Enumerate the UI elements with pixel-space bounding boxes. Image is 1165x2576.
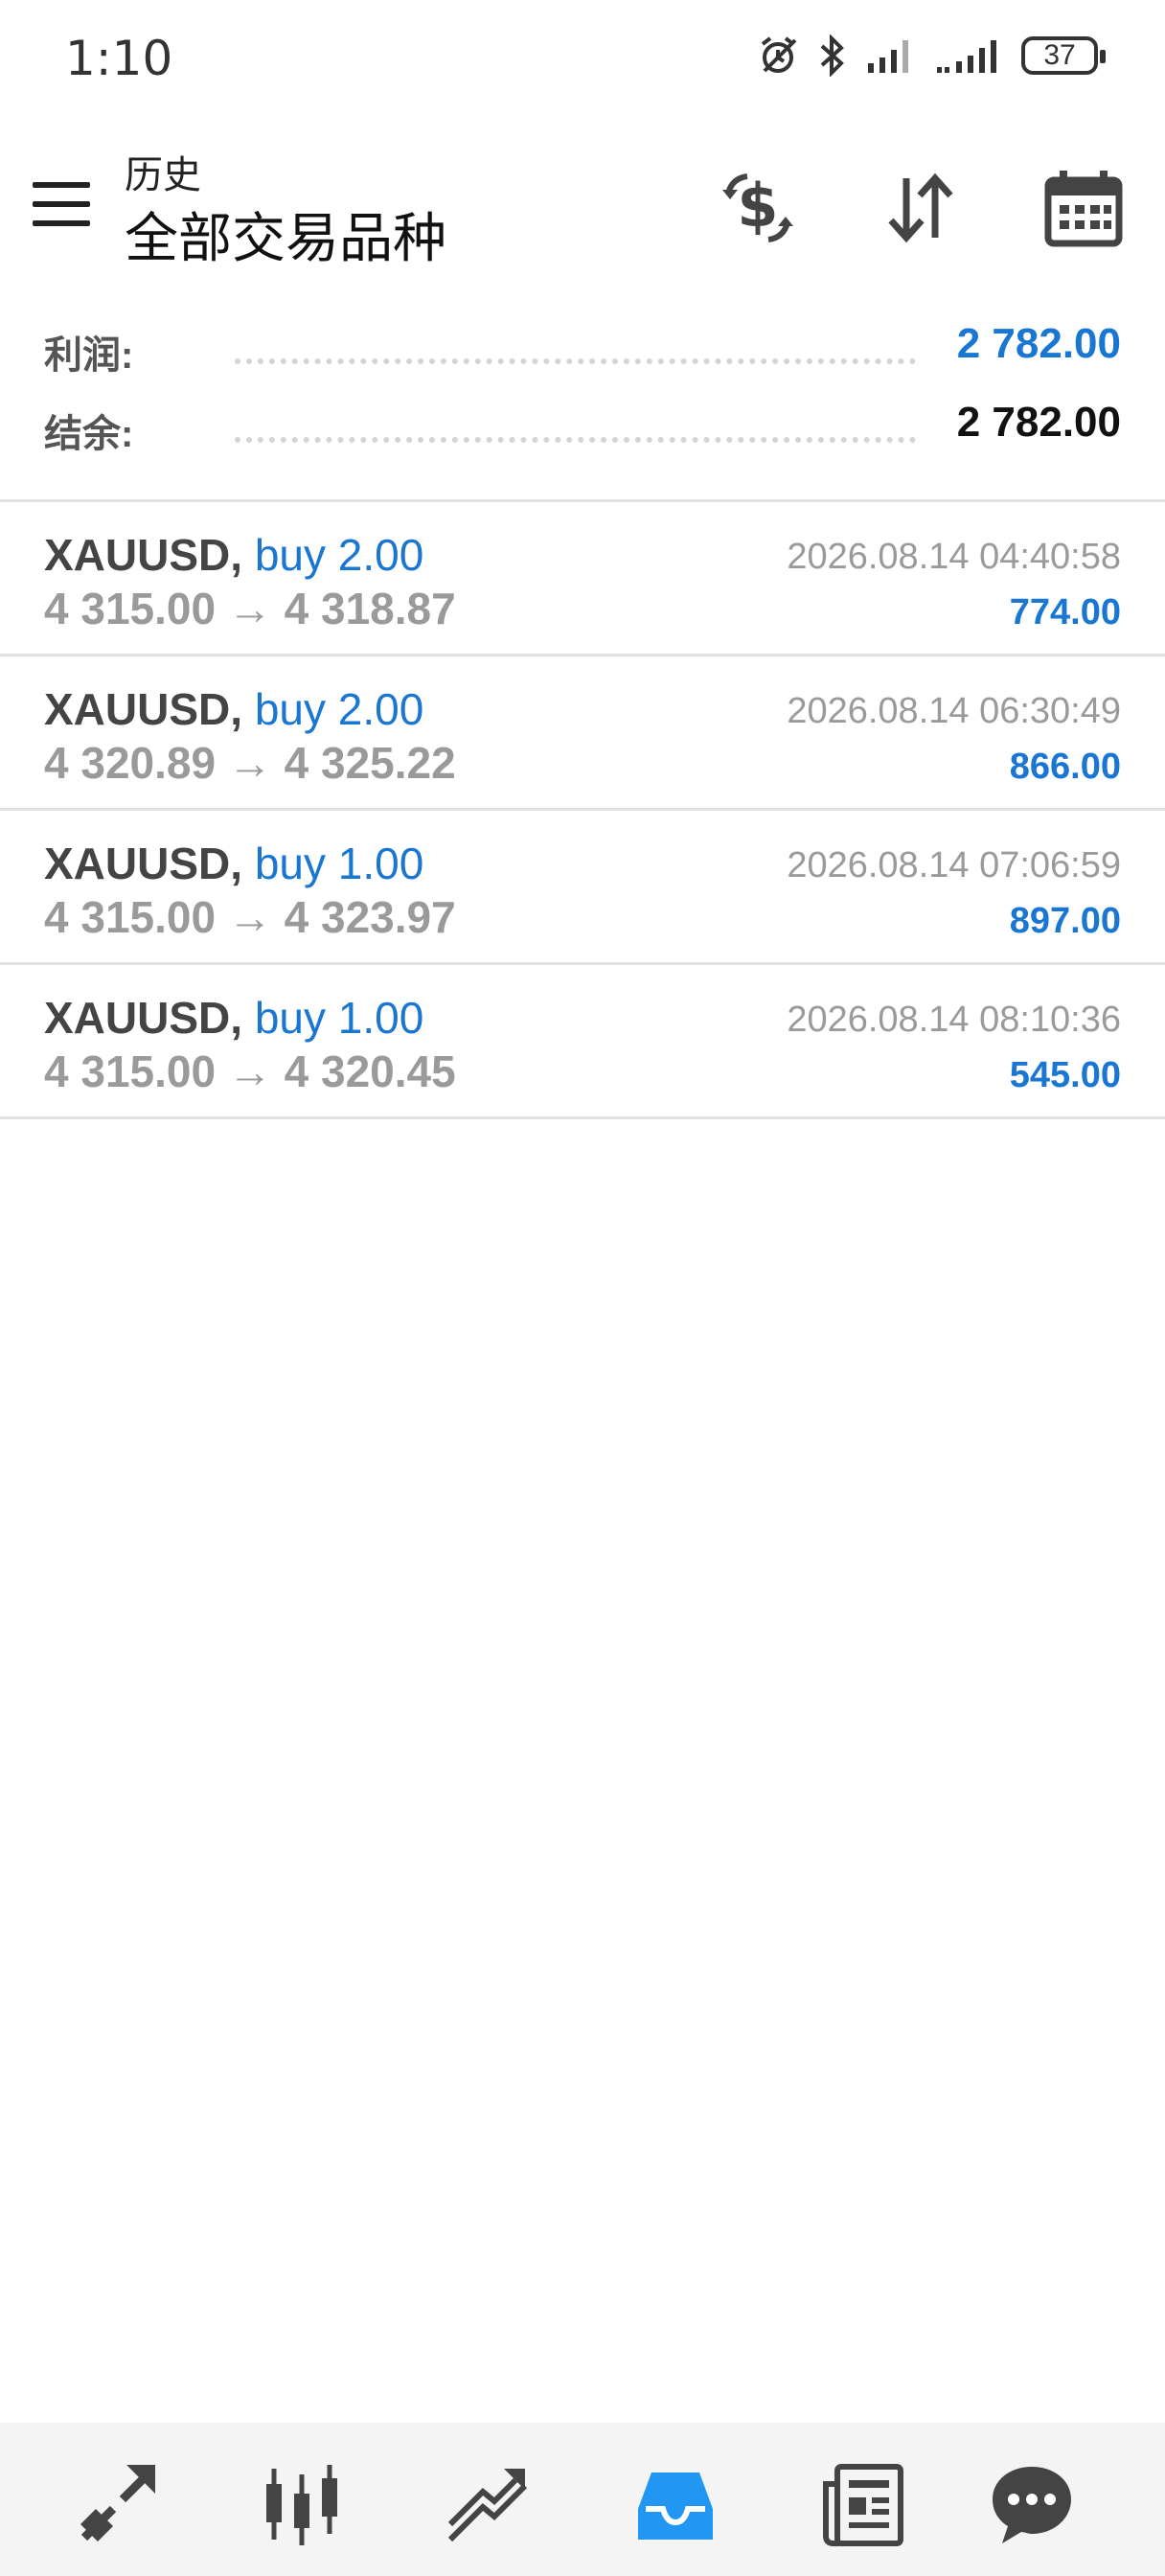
trade-profit: 545.00: [1009, 1055, 1121, 1095]
balance-label: 结余:: [44, 413, 134, 455]
alarm-icon: [761, 36, 797, 73]
trade-profit: 866.00: [1009, 747, 1121, 787]
trade-side: buy 1.00: [254, 839, 424, 888]
calendar-icon[interactable]: [1040, 165, 1127, 251]
trade-symbol: XAUUSD,: [44, 993, 243, 1043]
trade-symbol-line: XAUUSD, buy 2.00: [44, 683, 423, 735]
news-icon[interactable]: [820, 2461, 906, 2547]
signal-icon-2: [937, 40, 996, 73]
trade-prices: 4 320.89 → 4 325.22: [44, 738, 456, 788]
trade-symbol-line: XAUUSD, buy 1.00: [44, 838, 423, 889]
trade-prices: 4 315.00 → 4 323.97: [44, 892, 456, 942]
trade-symbol: XAUUSD,: [44, 839, 243, 888]
bottom-nav: [0, 2423, 1165, 2576]
trade-symbol: XAUUSD,: [44, 684, 243, 734]
trade-datetime: 2026.08.14 04:40:58: [787, 537, 1121, 577]
trade-row[interactable]: XAUUSD, buy 2.00 4 315.00 → 4 318.87 202…: [0, 499, 1165, 656]
summary-balance-row: 结余: 2 782.00: [0, 395, 1165, 473]
status-bar: 1:10 37: [0, 0, 1165, 115]
menu-icon[interactable]: [33, 182, 90, 228]
dotted-leader: [235, 358, 916, 364]
sort-icon[interactable]: [878, 165, 964, 251]
signal-icon: [868, 40, 908, 73]
trade-symbol: XAUUSD,: [44, 530, 243, 580]
trade-list: XAUUSD, buy 2.00 4 315.00 → 4 318.87 202…: [0, 499, 1165, 1119]
history-icon[interactable]: [632, 2461, 719, 2547]
trade-row[interactable]: XAUUSD, buy 2.00 4 320.89 → 4 325.22 202…: [0, 656, 1165, 811]
chat-icon[interactable]: [989, 2461, 1075, 2547]
trade-datetime: 2026.08.14 07:06:59: [787, 845, 1121, 886]
app-bar: 历史 全部交易品种 $: [0, 134, 1165, 288]
trade-prices: 4 315.00 → 4 318.87: [44, 584, 456, 633]
trade-datetime: 2026.08.14 08:10:36: [787, 1000, 1121, 1040]
bluetooth-icon: [820, 34, 844, 77]
dotted-leader: [235, 437, 916, 443]
summary: 利润: 2 782.00 结余: 2 782.00: [0, 316, 1165, 473]
trade-prices: 4 315.00 → 4 320.45: [44, 1046, 456, 1096]
trade-row[interactable]: XAUUSD, buy 1.00 4 315.00 → 4 323.97 202…: [0, 811, 1165, 965]
trade-row[interactable]: XAUUSD, buy 1.00 4 315.00 → 4 320.45 202…: [0, 965, 1165, 1119]
trade-profit: 774.00: [1009, 592, 1121, 632]
trade-side: buy 2.00: [254, 684, 424, 734]
summary-profit-row: 利润: 2 782.00: [0, 316, 1165, 395]
svg-text:$: $: [737, 171, 778, 241]
status-icons: 37: [757, 34, 1106, 77]
profit-label: 利润:: [44, 334, 134, 377]
quotes-icon[interactable]: [75, 2461, 161, 2547]
chart-icon[interactable]: [259, 2461, 345, 2547]
trade-side: buy 1.00: [254, 993, 424, 1043]
profit-value: 2 782.00: [956, 320, 1121, 367]
status-time: 1:10: [65, 31, 173, 86]
trade-datetime: 2026.08.14 06:30:49: [787, 691, 1121, 731]
trade-profit: 897.00: [1009, 901, 1121, 941]
battery-icon: 37: [1021, 36, 1106, 75]
balance-value: 2 782.00: [956, 399, 1121, 446]
page-subtitle: 历史: [125, 154, 201, 196]
trade-symbol-line: XAUUSD, buy 2.00: [44, 529, 423, 581]
dollar-refresh-icon[interactable]: $: [715, 165, 801, 251]
trade-side: buy 2.00: [254, 530, 424, 580]
trade-symbol-line: XAUUSD, buy 1.00: [44, 992, 423, 1044]
page-title[interactable]: 全部交易品种: [125, 196, 446, 273]
trade-icon[interactable]: [445, 2461, 531, 2547]
